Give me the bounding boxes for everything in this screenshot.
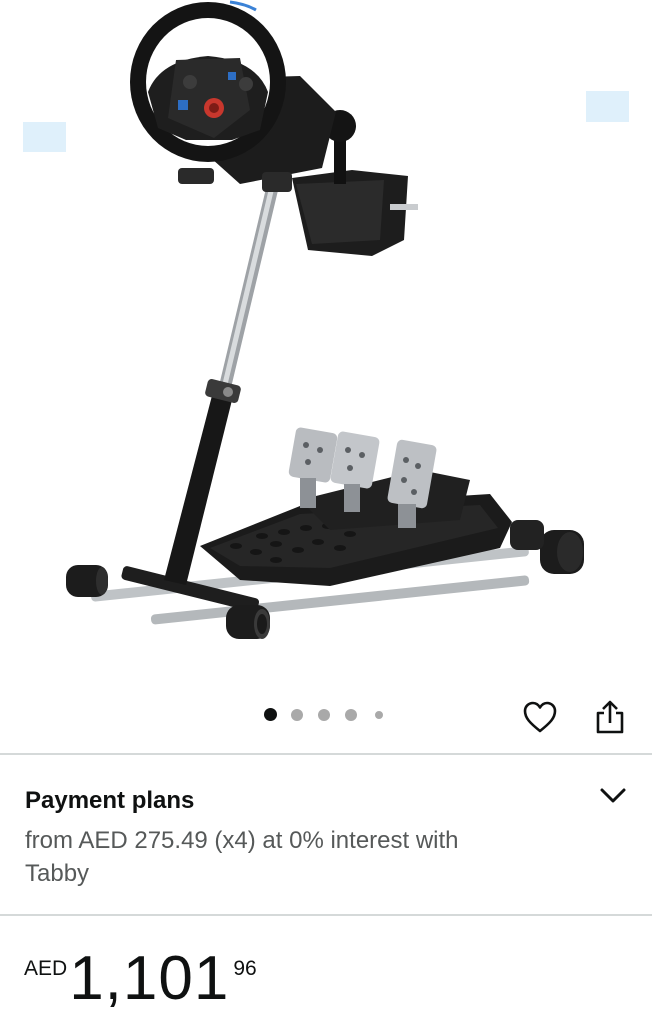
price-currency: AED <box>24 957 68 980</box>
chevron-down-icon[interactable] <box>597 780 629 812</box>
share-button[interactable] <box>590 697 630 737</box>
price-whole: 1,101 <box>69 944 230 1013</box>
image-actions <box>520 697 630 737</box>
product-price: AED 1,101 96 <box>24 940 257 1018</box>
payment-plans-section[interactable]: Payment plans from AED 275.49 (x4) at 0%… <box>0 770 652 914</box>
payment-plans-detail: from AED 275.49 (x4) at 0% interest with… <box>25 827 459 887</box>
product-image-gallery[interactable]: logitech <box>0 0 652 690</box>
steering-wheel <box>130 0 286 162</box>
pagination-dot[interactable] <box>345 708 357 721</box>
product-image[interactable]: logitech <box>0 0 652 690</box>
divider <box>0 753 652 755</box>
wishlist-button[interactable] <box>520 697 560 737</box>
payment-plans-title: Payment plans <box>25 787 195 814</box>
price-fraction: 96 <box>233 957 257 980</box>
divider <box>0 914 652 916</box>
pagination-dot[interactable] <box>318 708 330 721</box>
image-pagination <box>264 708 383 721</box>
pagination-dot-active[interactable] <box>264 708 277 721</box>
pagination-dot[interactable] <box>291 708 303 721</box>
pagination-dot[interactable] <box>375 710 383 719</box>
share-icon <box>596 700 624 734</box>
heart-icon <box>523 701 557 733</box>
